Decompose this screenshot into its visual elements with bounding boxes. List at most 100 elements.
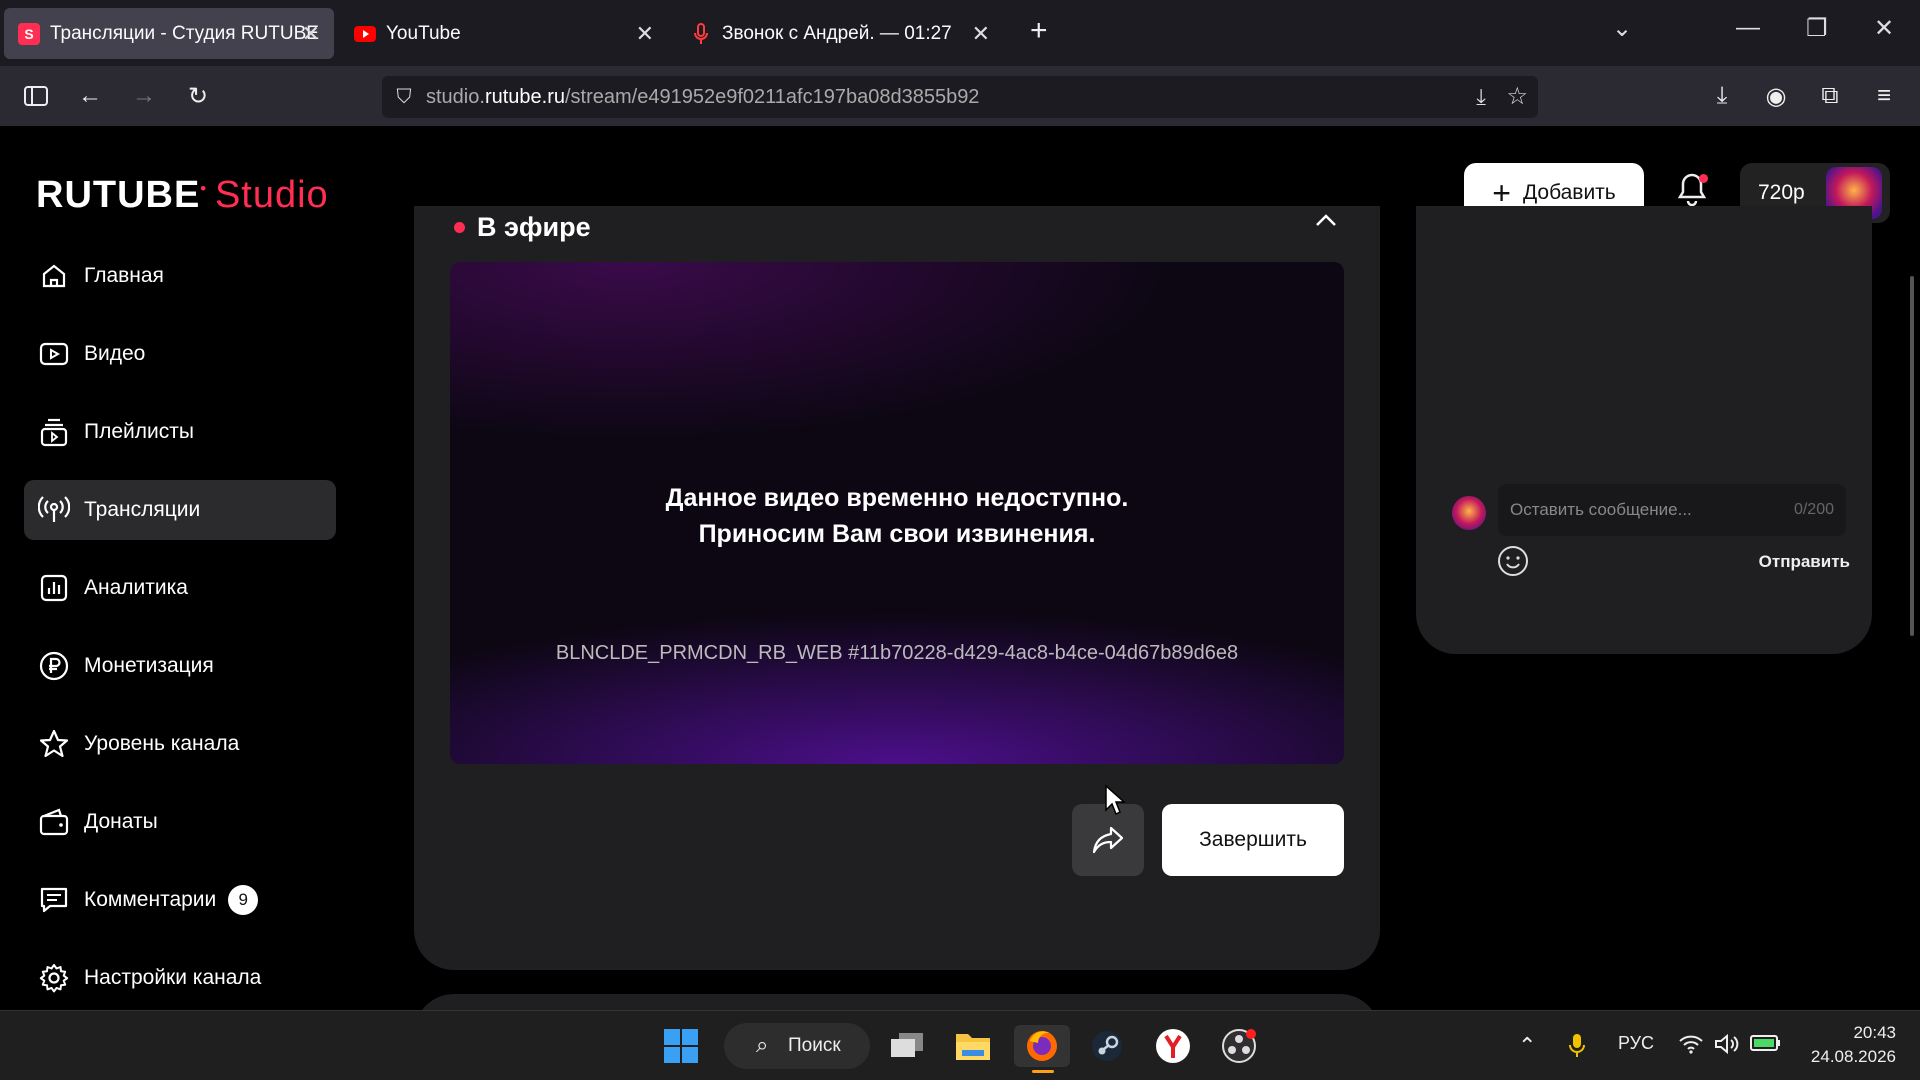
firefox-icon[interactable] [1014, 1025, 1070, 1073]
microphone-icon[interactable] [1568, 1033, 1586, 1064]
sidebar-item-analytics[interactable]: Аналитика [24, 558, 336, 618]
close-icon[interactable]: ✕ [636, 21, 654, 47]
sidebar-item-label: Комментарии [84, 888, 217, 911]
char-counter: 0/200 [1793, 501, 1834, 518]
sidebar-item-playlists[interactable]: Плейлисты [24, 402, 336, 462]
restore-button[interactable]: ❐ [1806, 14, 1828, 43]
close-icon[interactable]: ✕ [302, 21, 320, 47]
tab-list-icon[interactable]: ⌄ [1612, 14, 1632, 43]
taskbar: ⌕ Поиск ⌃ РУС 20:43 24.08.2026 [0, 1010, 1920, 1080]
sidebar-item-broadcasts[interactable]: Трансляции [24, 480, 336, 540]
file-explorer-icon[interactable] [952, 1025, 994, 1067]
task-view-icon[interactable] [886, 1025, 928, 1067]
sidebar-item-label: Настройки канала [84, 966, 262, 989]
tab-rutube-studio[interactable]: S Трансляции - Студия RUTUBE ✕ [4, 8, 334, 59]
share-icon [1092, 826, 1124, 854]
menu-icon[interactable]: ≡ [1868, 80, 1900, 112]
tab-youtube[interactable]: YouTube ✕ [340, 8, 668, 59]
sidebar-item-label: Видео [84, 342, 146, 365]
sidebar-item-channel-level[interactable]: Уровень канала [24, 714, 336, 774]
end-stream-button[interactable]: Завершить [1162, 804, 1344, 876]
close-window-button[interactable]: ✕ [1874, 14, 1894, 43]
chat-message-input[interactable]: Оставить сообщение... 0/200 [1498, 484, 1846, 536]
sidebar-item-channel-settings[interactable]: Настройки канала [24, 948, 336, 1008]
sidebar-toggle-icon[interactable] [20, 80, 52, 112]
obs-icon[interactable] [1218, 1025, 1260, 1067]
playlist-icon [38, 416, 70, 448]
sidebar: Главная Видео Плейлисты Трансляции Анали… [24, 246, 336, 1010]
sidebar-item-label: Плейлисты [84, 420, 194, 443]
account-icon[interactable]: ◉ [1760, 80, 1792, 112]
page-scrollbar[interactable] [1910, 276, 1914, 636]
address-bar[interactable]: ⛉ studio.rutube.ru/stream/e491952e9f0211… [382, 76, 1538, 118]
sidebar-item-monetization[interactable]: Монетизация [24, 636, 336, 696]
chat-panel: Оставить сообщение... 0/200 Отправить [1416, 206, 1872, 654]
reload-icon[interactable]: ↻ [182, 80, 214, 112]
tab-title: Трансляции - Студия RUTUBE [50, 22, 319, 44]
sidebar-item-label: Уровень канала [84, 732, 240, 755]
mouse-cursor-icon [1104, 784, 1126, 821]
message-line-1: Данное видео временно недоступно. [665, 484, 1129, 512]
page-content: RUTUBE• Studio + Добавить 720p Главная Ви… [0, 126, 1920, 1010]
next-panel [414, 994, 1380, 1010]
language-indicator[interactable]: РУС [1618, 1033, 1654, 1054]
add-button-label: Добавить [1522, 181, 1616, 204]
chevron-up-icon[interactable]: ⌃ [1518, 1033, 1536, 1059]
sidebar-item-label: Аналитика [84, 576, 188, 599]
send-button[interactable]: Отправить [1759, 552, 1850, 572]
volume-icon[interactable] [1714, 1033, 1740, 1060]
youtube-icon [354, 23, 376, 45]
gear-icon [38, 962, 70, 994]
clock[interactable]: 20:43 24.08.2026 [1806, 1021, 1896, 1069]
close-icon[interactable]: ✕ [972, 21, 990, 47]
bookmark-star-icon[interactable]: ☆ [1506, 82, 1528, 111]
stream-panel: В эфире Данное видео временно недоступно… [414, 206, 1380, 970]
sidebar-item-home[interactable]: Главная [24, 246, 336, 306]
unavailable-message: Данное видео временно недоступно. Принос… [450, 480, 1344, 552]
star-icon [38, 728, 70, 760]
search-label: Поиск [788, 1035, 841, 1056]
clock-date: 24.08.2026 [1810, 1047, 1896, 1066]
sidebar-item-comments[interactable]: Комментарии 9 [24, 870, 336, 930]
quality-label: 720p [1758, 181, 1805, 204]
logo-sub: Studio [214, 174, 329, 216]
microphone-icon [690, 22, 712, 45]
sidebar-item-video[interactable]: Видео [24, 324, 336, 384]
live-dot [454, 222, 465, 233]
logo-dot: • [200, 180, 207, 198]
browser-tab-bar: S Трансляции - Студия RUTUBE ✕ YouTube ✕… [0, 0, 1920, 66]
rutube-studio-logo[interactable]: RUTUBE• Studio [36, 174, 329, 217]
sidebar-item-label: Трансляции [84, 498, 201, 521]
taskbar-search[interactable]: ⌕ Поиск [724, 1023, 870, 1069]
browser-nav-bar: ← → ↻ ⛉ studio.rutube.ru/stream/e491952e… [0, 66, 1920, 126]
install-app-icon[interactable]: ⤓ [1476, 84, 1486, 110]
ruble-icon [38, 650, 70, 682]
yandex-browser-icon[interactable] [1152, 1025, 1194, 1067]
live-status-label: В эфире [477, 212, 591, 242]
steam-icon[interactable] [1086, 1025, 1128, 1067]
video-icon [38, 338, 70, 370]
extensions-icon[interactable]: ⧉ [1814, 80, 1846, 112]
new-tab-button[interactable]: + [1030, 14, 1048, 48]
chevron-up-icon[interactable] [1314, 212, 1338, 233]
back-icon[interactable]: ← [74, 80, 106, 112]
sidebar-item-label: Донаты [84, 810, 158, 833]
comments-count-badge: 9 [228, 885, 259, 915]
clock-time: 20:43 [1853, 1023, 1896, 1042]
sidebar-item-label: Монетизация [84, 654, 214, 677]
downloads-icon[interactable]: ⤓ [1706, 80, 1738, 112]
active-indicator [1032, 1070, 1054, 1073]
emoji-icon[interactable] [1496, 544, 1532, 580]
tab-call[interactable]: Звонок с Андрей. — 01:27 ✕ [676, 8, 1004, 59]
shield-icon[interactable]: ⛉ [382, 86, 426, 109]
wifi-icon[interactable] [1678, 1033, 1704, 1060]
sidebar-item-donations[interactable]: Донаты [24, 792, 336, 852]
minimize-button[interactable]: — [1736, 14, 1760, 42]
url-text: studio.rutube.ru/stream/e491952e9f0211af… [426, 85, 980, 108]
battery-icon[interactable] [1750, 1033, 1782, 1058]
search-icon: ⌕ [756, 1032, 769, 1057]
avatar [1452, 496, 1486, 530]
video-player[interactable]: Данное видео временно недоступно. Принос… [450, 262, 1344, 764]
forward-icon[interactable]: → [128, 80, 160, 112]
windows-start-icon[interactable] [660, 1025, 702, 1067]
